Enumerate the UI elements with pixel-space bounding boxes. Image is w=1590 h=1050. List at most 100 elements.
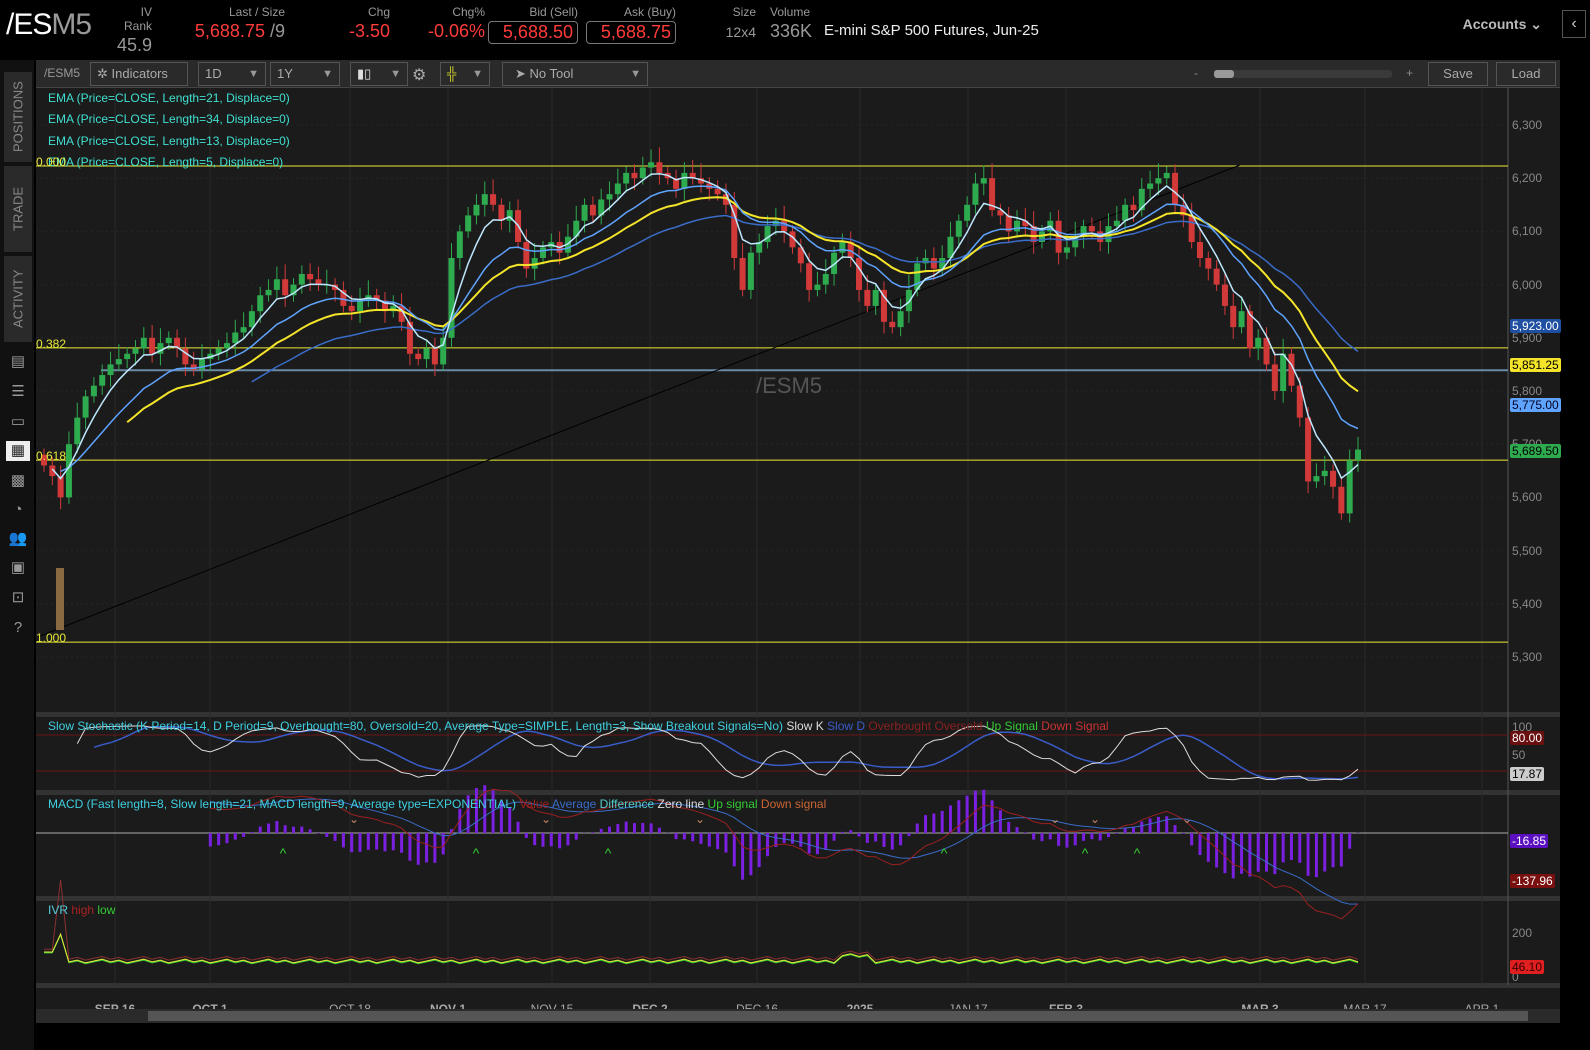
list-icon[interactable]: ☰ (8, 382, 28, 402)
ema34-legend[interactable]: EMA (Price=CLOSE, Length=34, Displace=0) (48, 112, 290, 126)
chart-symbol: /ESM5 (44, 66, 81, 80)
price-tick: 6,000 (1512, 277, 1543, 292)
macd-histogram-bar (899, 833, 903, 846)
ivr-title: IVR (48, 903, 69, 917)
macd-histogram-bar (383, 833, 387, 852)
candle-body (107, 364, 114, 376)
up-signal-icon: ^ (280, 845, 287, 861)
zoom-in-button[interactable]: + (1406, 66, 1413, 80)
price-tick: 5,600 (1512, 490, 1543, 505)
stochastic-legend[interactable]: Slow Stochastic (K Period=14, D Period=9… (48, 719, 1109, 733)
chart-area[interactable]: ^ ^ ^ ^ ^ ^ ⌄ ⌄ ⌄ ⌄ ⌄ ⌄ (36, 88, 1560, 1020)
scrollbar-thumb[interactable] (148, 1011, 1528, 1021)
macd-histogram-bar (1007, 821, 1011, 833)
calendar-icon[interactable]: ▣ (8, 558, 28, 578)
community-icon[interactable]: 👥 (8, 529, 28, 549)
candle-body (132, 348, 139, 354)
collapse-panel-button[interactable]: ‹ (1562, 10, 1586, 38)
ema5-legend[interactable]: EMA (Price=CLOSE, Length=5, Displace=0) (48, 155, 283, 169)
candle-body (273, 279, 280, 290)
tab-activity[interactable]: ACTIVITY (4, 256, 32, 342)
fib-label-1: 1.000 (36, 631, 67, 645)
zoom-slider[interactable] (1214, 70, 1392, 78)
macd-histogram-bar (865, 833, 869, 843)
candle-body (980, 178, 987, 184)
load-button[interactable]: Load (1496, 62, 1556, 86)
candle-body (1355, 449, 1361, 461)
aggregation-dropdown[interactable]: 1D (198, 62, 266, 86)
candle-body (124, 353, 131, 360)
ema21-legend[interactable]: EMA (Price=CLOSE, Length=21, Displace=0) (48, 91, 290, 105)
chevron-down-icon: ⌄ (1530, 16, 1542, 32)
macd-histogram-bar (807, 833, 811, 854)
zoom-out-button[interactable]: - (1194, 66, 1198, 80)
tab-trade[interactable]: TRADE (4, 166, 32, 252)
macd-histogram-bar (1156, 816, 1160, 833)
indicators-button[interactable]: ✲ Indicators (90, 62, 188, 86)
ema13-legend[interactable]: EMA (Price=CLOSE, Length=13, Displace=0) (48, 134, 290, 148)
macd-histogram-bar (1223, 833, 1227, 874)
grid-icon[interactable]: ▩ (8, 471, 28, 491)
macd-legend[interactable]: MACD (Fast length=8, Slow length=21, MAC… (48, 797, 826, 811)
macd-histogram-bar (1289, 833, 1293, 860)
candle-body (1014, 220, 1021, 232)
price-tick: 5,500 (1512, 543, 1543, 558)
drawing-dropdown[interactable]: ╬ (440, 62, 490, 86)
bid-button[interactable]: 5,688.50 (488, 21, 578, 44)
macd-histogram-bar (682, 833, 686, 840)
candle-body (539, 247, 546, 258)
tool-dropdown[interactable]: ➤ No Tool (502, 62, 648, 86)
macd-histogram-bar (1281, 833, 1285, 863)
fib-label-0: 0.000 (36, 155, 67, 169)
macd-histogram-bar (1339, 833, 1343, 867)
fib-label-382: 0.382 (36, 337, 67, 351)
ivr-legend[interactable]: IVR high low (48, 903, 115, 917)
horizontal-scrollbar[interactable] (36, 1009, 1560, 1023)
candle-body (1238, 311, 1245, 328)
price-tick: 5,300 (1512, 650, 1543, 664)
price-tick: 6,300 (1512, 118, 1543, 132)
gauge-icon[interactable]: ◔ (8, 500, 28, 520)
save-button[interactable]: Save (1428, 62, 1488, 86)
help-icon[interactable]: ? (8, 618, 28, 638)
macd-histogram-bar (1032, 833, 1036, 840)
candle-body (1230, 305, 1237, 328)
price-tick: 5,400 (1512, 596, 1543, 611)
label: Size (732, 5, 756, 19)
gear-icon[interactable]: ⚙ (412, 65, 426, 85)
indicators-icon: ✲ (97, 66, 108, 81)
macd-histogram-bar (924, 815, 928, 833)
ask-button[interactable]: 5,688.75 (586, 21, 676, 44)
tab-positions[interactable]: POSITIONS (4, 72, 32, 162)
accounts-dropdown[interactable]: Accounts ⌄ (1463, 16, 1542, 33)
chart-canvas[interactable]: ^ ^ ^ ^ ^ ^ ⌄ ⌄ ⌄ ⌄ ⌄ ⌄ (36, 88, 1560, 1020)
macd-down: Down signal (760, 797, 827, 811)
chart-icon[interactable]: ▦ (6, 441, 30, 461)
ivr-tick-200: 200 (1512, 926, 1533, 940)
zoom-slider-thumb[interactable] (1214, 70, 1234, 78)
news-icon[interactable]: ▤ (8, 352, 28, 372)
candle-body (473, 204, 480, 216)
candle-body (1088, 226, 1095, 232)
candle-body (814, 284, 821, 290)
symbol[interactable]: /ESM5 (6, 8, 92, 42)
bid[interactable]: Bid (Sell) 5,688.50 (488, 5, 578, 44)
candle-body (589, 204, 596, 216)
value: 12x4 (725, 24, 756, 40)
macd-histogram-bar (250, 832, 254, 833)
candle-body (656, 162, 663, 173)
ema34-price-tag: 5,923.00 (1510, 319, 1561, 333)
macd-histogram-bar (608, 826, 612, 833)
macd-histogram-bar (790, 833, 794, 844)
ivr-low-line (44, 933, 1359, 965)
candle-body (930, 258, 937, 269)
fx-icon[interactable]: ⊡ (8, 588, 28, 608)
overbought-tag: 80.00 (1510, 731, 1545, 745)
price-tick: 6,100 (1512, 224, 1543, 239)
tv-icon[interactable]: ▭ (8, 412, 28, 432)
chart-style-dropdown[interactable]: ▮▯ (350, 62, 408, 86)
ask[interactable]: Ask (Buy) 5,688.75 (586, 5, 676, 44)
period-dropdown[interactable]: 1Y (270, 62, 340, 86)
up-signal-icon: ^ (1134, 845, 1141, 861)
up-signal-icon: ^ (941, 845, 948, 861)
